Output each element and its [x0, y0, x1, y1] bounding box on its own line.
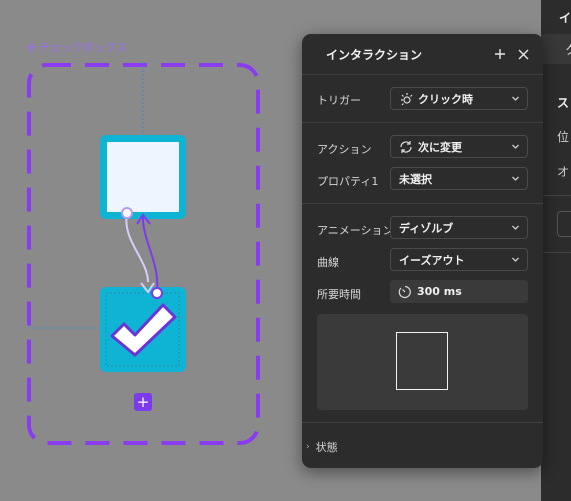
- timer-icon: [398, 285, 411, 298]
- right-panel-header: イ: [559, 10, 571, 25]
- action-value: 次に変更: [418, 140, 462, 154]
- close-dialog-button[interactable]: [514, 45, 532, 63]
- variant-unchecked: [100, 135, 186, 219]
- property-label: プロパティ1: [317, 175, 379, 188]
- trigger-label: トリガー: [317, 94, 361, 107]
- property-select[interactable]: 未選択: [390, 167, 528, 190]
- state-section-toggle[interactable]: › 状態: [306, 439, 338, 455]
- right-panel-tab[interactable]: ク: [541, 34, 571, 64]
- property-value: 未選択: [399, 172, 432, 186]
- duration-input[interactable]: 300 ms: [390, 280, 528, 303]
- animation-select[interactable]: ディゾルブ: [390, 216, 528, 239]
- plus-icon: [495, 49, 505, 59]
- dialog-title: インタラクション: [326, 48, 423, 62]
- chevron-down-icon: [512, 176, 519, 181]
- dialog-divider: [302, 122, 543, 123]
- chevron-right-icon: ›: [306, 442, 310, 452]
- add-interaction-button[interactable]: [491, 45, 509, 63]
- right-panel-divider: [541, 252, 571, 253]
- connection-forward: [125, 213, 149, 283]
- animation-label: アニメーション: [317, 224, 394, 237]
- chevron-down-icon: [512, 225, 519, 230]
- interaction-dialog: インタラクション トリガー クリック時 アクション 次に変更 プロパティ1 未選…: [302, 34, 543, 468]
- variant-checked: [100, 287, 186, 372]
- duration-label: 所要時間: [317, 288, 361, 301]
- trigger-select[interactable]: クリック時: [390, 87, 528, 110]
- right-panel-divider: [541, 195, 571, 196]
- canvas-artwork: [27, 62, 260, 445]
- click-icon: [401, 92, 413, 105]
- duration-value: 300 ms: [417, 285, 462, 298]
- right-properties-panel: イ ク ス 位 オ: [541, 0, 571, 501]
- right-panel-row-2: オ: [557, 165, 570, 179]
- preview-frame: [396, 332, 448, 390]
- animation-preview: [317, 314, 528, 410]
- connection-node-end: [151, 287, 163, 299]
- close-icon: [518, 49, 528, 59]
- curve-select[interactable]: イーズアウト: [390, 248, 528, 271]
- connection-node-start: [121, 207, 133, 219]
- trigger-value: クリック時: [418, 92, 473, 106]
- curve-label: 曲線: [317, 256, 339, 269]
- action-select[interactable]: 次に変更: [390, 135, 528, 158]
- animation-value: ディゾルブ: [399, 221, 454, 235]
- right-panel-row-1: 位: [557, 130, 570, 144]
- dialog-divider: [302, 74, 543, 75]
- add-variant-button[interactable]: +: [134, 393, 152, 411]
- swap-icon: [400, 140, 412, 153]
- action-label: アクション: [317, 143, 372, 156]
- chevron-down-icon: [512, 96, 519, 101]
- chevron-down-icon: [512, 144, 519, 149]
- right-panel-field[interactable]: [557, 211, 571, 237]
- dialog-divider: [302, 422, 543, 423]
- curve-value: イーズアウト: [399, 253, 465, 267]
- chevron-down-icon: [512, 257, 519, 262]
- state-label: 状態: [315, 441, 338, 454]
- dialog-divider: [302, 203, 543, 204]
- component-set-border: [27, 63, 260, 445]
- right-panel-section: ス: [557, 96, 570, 110]
- connection-back: [141, 215, 159, 293]
